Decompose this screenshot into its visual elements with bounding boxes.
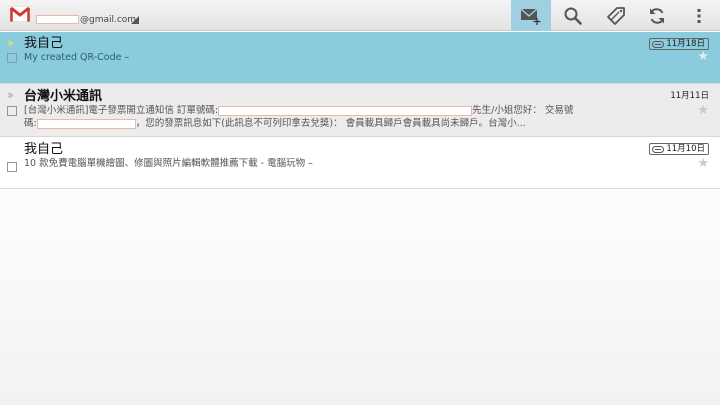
order-number-redacted — [218, 105, 473, 116]
date-badge: 11月10日 — [649, 143, 709, 155]
snippet-text: 先生/小姐您好： 交易號 — [472, 105, 574, 116]
message-snippet: 10 款免費電腦單機繪圖、修圖與照片編輯軟體推薦下載 - 電腦玩物 – — [24, 158, 313, 169]
account-dropdown-icon[interactable] — [131, 16, 139, 24]
attachment-icon — [652, 145, 665, 153]
date-badge: 11月11日 — [670, 90, 709, 102]
star-icon[interactable]: ★ — [697, 157, 709, 170]
account-suffix: @gmail.com — [80, 15, 137, 25]
snippet-text: ，您的發票訊息如下(此訊息不可列印拿去兌獎)： 會員載具歸戶會員載具尚未歸戶。台… — [135, 118, 526, 129]
select-checkbox[interactable] — [7, 162, 17, 172]
message-snippet-line-2: 碼: ，您的發票訊息如下(此訊息不可列印拿去兌獎)： 會員載具歸戶會員載具尚未歸戶… — [24, 117, 526, 130]
search-button[interactable] — [553, 0, 593, 31]
gmail-logo[interactable] — [10, 6, 30, 22]
search-icon — [564, 7, 582, 25]
account-selector[interactable]: @gmail.com — [36, 14, 136, 26]
transaction-number-redacted — [36, 118, 136, 129]
star-icon[interactable]: ★ — [697, 104, 709, 117]
select-checkbox[interactable] — [7, 53, 17, 63]
message-date: 11月10日 — [666, 144, 705, 154]
conversation-row[interactable]: ›› 台灣小米通訊 [台灣小米通訊]電子發票開立通知信 訂單號碼: 先生/小姐您好… — [0, 84, 720, 137]
conversation-row[interactable]: ›› 我自己 My created QR-Code – 11月18日 ★ — [0, 32, 720, 84]
account-name-redacted — [36, 15, 79, 24]
refresh-button[interactable] — [637, 0, 677, 31]
important-marker-icon[interactable]: ›› — [7, 37, 14, 49]
labels-icon — [607, 6, 625, 25]
message-date: 11月11日 — [670, 91, 709, 101]
sender-name: 我自己 — [24, 36, 64, 51]
overflow-menu-icon — [697, 8, 701, 23]
overflow-menu-button[interactable] — [679, 0, 719, 31]
snippet-text: [台灣小米通訊]電子發票開立通知信 訂單號碼: — [24, 105, 219, 116]
attachment-icon — [652, 40, 665, 48]
snippet-text: 碼: — [24, 118, 37, 129]
labels-button[interactable] — [596, 0, 636, 31]
conversation-row[interactable]: 我自己 10 款免費電腦單機繪圖、修圖與照片編輯軟體推薦下載 - 電腦玩物 – … — [0, 137, 720, 189]
refresh-icon — [650, 7, 664, 24]
compose-button[interactable] — [511, 0, 551, 31]
compose-icon — [520, 7, 541, 25]
sender-name: 我自己 — [24, 142, 64, 157]
select-checkbox[interactable] — [7, 106, 17, 116]
message-date: 11月18日 — [666, 39, 705, 49]
sender-name: 台灣小米通訊 — [24, 89, 103, 104]
important-marker-icon[interactable]: ›› — [7, 89, 14, 101]
message-snippet-line-1: [台灣小米通訊]電子發票開立通知信 訂單號碼: 先生/小姐您好： 交易號 — [24, 104, 573, 117]
star-icon[interactable]: ★ — [697, 50, 709, 63]
message-snippet: My created QR-Code – — [24, 52, 130, 63]
action-bar: @gmail.com — [0, 0, 720, 31]
